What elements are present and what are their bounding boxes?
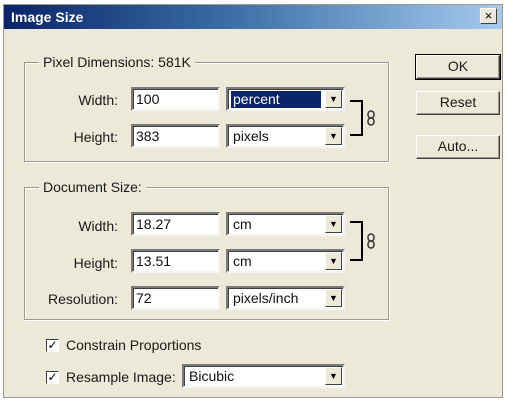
pixel-height-label: Height: [73, 129, 118, 145]
close-button[interactable]: × [480, 8, 497, 24]
doc-height-unit-select[interactable]: cm ▼ [226, 249, 345, 273]
chevron-down-icon[interactable]: ▼ [325, 289, 342, 307]
document-size-label: Document Size: [43, 179, 142, 195]
doc-width-label: Width: [78, 218, 118, 234]
resolution-input[interactable] [131, 286, 220, 310]
doc-height-label: Height: [73, 255, 118, 271]
check-icon: ✓ [47, 338, 58, 352]
doc-width-unit-select[interactable]: cm ▼ [226, 212, 345, 236]
doc-height-unit-value: cm [233, 253, 252, 269]
reset-button[interactable]: Reset [416, 91, 500, 115]
close-icon: × [484, 8, 493, 23]
pixel-dimensions-size: 581K [158, 54, 191, 70]
constrain-proportions-checkbox[interactable]: ✓ [46, 339, 59, 352]
pixel-link-bracket [350, 100, 363, 136]
doc-height-input[interactable] [131, 249, 220, 273]
resolution-unit-value: pixels/inch [233, 290, 299, 306]
doc-link-bracket [350, 221, 363, 261]
resolution-unit-select[interactable]: pixels/inch ▼ [226, 286, 345, 310]
pixel-dimensions-legend: Pixel Dimensions: 581K [39, 54, 195, 70]
pixel-dimensions-label: Pixel Dimensions: [43, 54, 155, 70]
pixel-height-unit-value: pixels [233, 128, 269, 144]
resample-method-select[interactable]: Bicubic ▼ [182, 364, 345, 388]
pixel-height-input[interactable] [131, 124, 220, 148]
chevron-down-icon[interactable]: ▼ [325, 127, 342, 145]
resample-image-label[interactable]: Resample Image: [66, 369, 176, 385]
pixel-width-label: Width: [78, 92, 118, 108]
doc-width-input[interactable] [131, 212, 220, 236]
pixel-width-input[interactable] [131, 87, 220, 111]
image-size-dialog: Image Size × Pixel Dimensions: 581K Widt… [3, 4, 503, 398]
chain-link-icon [366, 233, 376, 249]
auto-button[interactable]: Auto... [416, 135, 500, 159]
constrain-proportions-label[interactable]: Constrain Proportions [66, 337, 201, 353]
pixel-width-unit-value: percent [231, 91, 321, 108]
dialog-title: Image Size [11, 9, 84, 25]
chevron-down-icon[interactable]: ▼ [325, 367, 342, 385]
ok-button[interactable]: OK [415, 54, 501, 80]
pixel-width-unit-select[interactable]: percent ▼ [226, 87, 345, 111]
resample-method-value: Bicubic [189, 368, 235, 384]
chain-link-icon [366, 110, 376, 126]
chevron-down-icon[interactable]: ▼ [325, 90, 342, 108]
resample-image-checkbox[interactable]: ✓ [46, 371, 59, 384]
doc-width-unit-value: cm [233, 216, 252, 232]
pixel-height-unit-select[interactable]: pixels ▼ [226, 124, 345, 148]
title-bar[interactable]: Image Size × [4, 5, 502, 29]
chevron-down-icon[interactable]: ▼ [325, 215, 342, 233]
document-size-legend: Document Size: [39, 179, 146, 195]
check-icon: ✓ [47, 370, 58, 384]
resolution-label: Resolution: [47, 291, 118, 307]
chevron-down-icon[interactable]: ▼ [325, 252, 342, 270]
